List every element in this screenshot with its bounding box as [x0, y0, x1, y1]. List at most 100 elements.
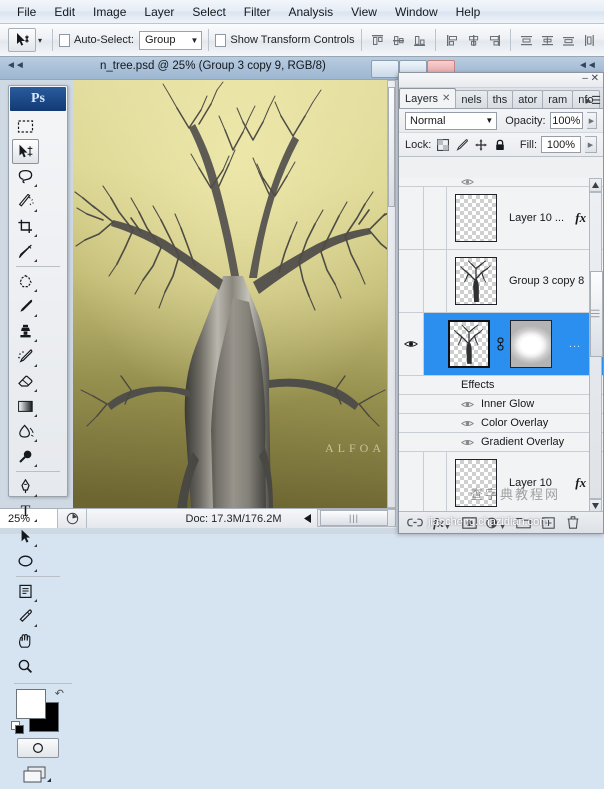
panel-title-bar[interactable]: – ✕: [399, 73, 603, 88]
opacity-field[interactable]: 100%: [550, 112, 583, 129]
ellipse-shape-tool[interactable]: [12, 549, 39, 574]
pen-tool[interactable]: [12, 474, 39, 499]
lock-position-icon[interactable]: [473, 137, 488, 152]
layer-visibility-toggle[interactable]: [399, 313, 424, 375]
eye-icon[interactable]: [461, 400, 474, 409]
canvas-vscroll-thumb[interactable]: [388, 87, 395, 207]
menu-item-analysis[interactable]: Analysis: [279, 2, 342, 22]
blur-tool[interactable]: [12, 419, 39, 444]
foreground-color-swatch[interactable]: [16, 689, 46, 719]
clone-stamp-tool[interactable]: [12, 319, 39, 344]
opacity-slider-arrow-icon[interactable]: ▶: [587, 112, 597, 129]
link-layers-icon[interactable]: [407, 515, 423, 531]
scroll-up-arrow-icon[interactable]: [589, 178, 602, 192]
hscroll-thumb[interactable]: |||: [320, 510, 388, 526]
hand-tool[interactable]: [12, 629, 39, 654]
tab-layers[interactable]: Layers ✕: [399, 88, 456, 108]
align-vertical-centers-icon[interactable]: [388, 30, 408, 50]
layer-style-fx-icon[interactable]: fx: [575, 475, 589, 491]
zoom-tool[interactable]: [12, 654, 39, 679]
layer-row-layer10-top[interactable]: Layer 10 ... fx ▼: [399, 187, 603, 250]
hscroll-track[interactable]: |||: [317, 509, 396, 527]
eye-icon[interactable]: [461, 419, 474, 428]
layer-style-fx-icon[interactable]: fx: [575, 210, 589, 226]
menu-item-edit[interactable]: Edit: [45, 2, 84, 22]
auto-select-dropdown[interactable]: Group ▼: [139, 31, 202, 50]
distribute-top-edges-icon[interactable]: [517, 30, 537, 50]
screen-mode-button[interactable]: [18, 764, 58, 786]
eye-icon[interactable]: [404, 339, 418, 349]
lasso-tool[interactable]: [12, 164, 39, 189]
effect-row-inner-glow[interactable]: Inner Glow: [399, 395, 603, 414]
fill-field[interactable]: 100%: [541, 136, 581, 153]
history-brush-tool[interactable]: [12, 344, 39, 369]
tab-navigator[interactable]: ator: [512, 90, 543, 108]
menu-item-view[interactable]: View: [342, 2, 386, 22]
close-icon[interactable]: ✕: [442, 93, 450, 104]
distribute-vertical-centers-icon[interactable]: [538, 30, 558, 50]
chevron-down-icon[interactable]: ▼: [190, 36, 198, 45]
distribute-bottom-edges-icon[interactable]: [559, 30, 579, 50]
panel-minimize-close-icons[interactable]: – ✕: [582, 73, 599, 84]
swap-colors-icon[interactable]: ↶: [55, 687, 64, 700]
quick-mask-mode-button[interactable]: [17, 738, 59, 758]
layer-link-column[interactable]: [424, 187, 447, 249]
collapse-right-chevrons-icon[interactable]: ◄◄: [578, 60, 596, 71]
slice-tool[interactable]: [12, 239, 39, 264]
menu-item-window[interactable]: Window: [386, 2, 447, 22]
tool-preset-chevron-icon[interactable]: ▾: [38, 36, 42, 45]
blend-mode-dropdown[interactable]: Normal ▼: [405, 112, 497, 130]
active-tool-selector[interactable]: ▾: [4, 28, 46, 52]
type-tool[interactable]: T: [12, 499, 39, 524]
collapse-left-chevrons-icon[interactable]: ◄◄: [6, 60, 24, 71]
layers-scroll-thumb[interactable]: |||: [590, 271, 603, 357]
layers-list[interactable]: Layer 10 ... fx ▼ Group 3 copy: [399, 178, 603, 513]
menu-item-select[interactable]: Select: [183, 2, 234, 22]
menu-item-layer[interactable]: Layer: [135, 2, 183, 22]
distribute-left-edges-icon[interactable]: [580, 30, 600, 50]
lock-transparent-pixels-icon[interactable]: [435, 137, 450, 152]
magic-wand-tool[interactable]: [12, 189, 39, 214]
align-right-edges-icon[interactable]: [484, 30, 504, 50]
path-selection-tool[interactable]: [12, 524, 39, 549]
layer-link-column[interactable]: [424, 313, 446, 375]
menu-item-image[interactable]: Image: [84, 2, 135, 22]
layer-row-layer10-bottom[interactable]: Layer 10 fx ▼: [399, 452, 603, 513]
crop-tool[interactable]: [12, 214, 39, 239]
eye-icon[interactable]: [461, 438, 474, 447]
healing-brush-tool[interactable]: [12, 269, 39, 294]
layer-mask-thumbnail[interactable]: [510, 320, 552, 368]
layers-list-scrollbar[interactable]: |||: [589, 178, 602, 513]
eraser-tool[interactable]: [12, 369, 39, 394]
effect-row-gradient-overlay[interactable]: Gradient Overlay: [399, 433, 603, 452]
layer-visibility-toggle[interactable]: [399, 187, 424, 249]
window-minimize-button[interactable]: [371, 60, 399, 78]
align-horizontal-centers-icon[interactable]: [463, 30, 483, 50]
tab-paths[interactable]: ths: [487, 90, 514, 108]
fill-slider-arrow-icon[interactable]: ▶: [585, 136, 597, 153]
eyedropper-tool[interactable]: [12, 604, 39, 629]
align-top-edges-icon[interactable]: [367, 30, 387, 50]
menu-item-file[interactable]: File: [8, 2, 45, 22]
layer-name[interactable]: Layer 10 ...: [497, 212, 575, 224]
lock-all-icon[interactable]: [492, 137, 507, 152]
layer-visibility-toggle[interactable]: [399, 452, 424, 513]
show-transform-controls-checkbox[interactable]: [215, 34, 226, 47]
lock-image-pixels-icon[interactable]: [454, 137, 469, 152]
color-swatches[interactable]: ↶: [11, 688, 65, 732]
layer-link-column[interactable]: [424, 250, 447, 312]
align-left-edges-icon[interactable]: [442, 30, 462, 50]
auto-select-checkbox[interactable]: [59, 34, 70, 47]
layer-visibility-toggle[interactable]: [399, 250, 424, 312]
menu-item-help[interactable]: Help: [447, 2, 490, 22]
canvas-vertical-scrollbar[interactable]: [387, 80, 396, 508]
move-tool-icon[interactable]: [8, 28, 36, 52]
layer-row-selected[interactable]: ... ▲: [399, 313, 603, 376]
image-canvas[interactable]: ALFOA: [73, 80, 395, 508]
layer-thumbnail[interactable]: [455, 257, 497, 305]
tab-histogram[interactable]: ram: [542, 90, 573, 108]
mask-link-icon[interactable]: [493, 336, 507, 352]
chevron-down-icon[interactable]: ▼: [485, 116, 493, 125]
rectangular-marquee-tool[interactable]: [12, 114, 39, 139]
canvas-horizontal-scrollbar[interactable]: |||: [300, 508, 396, 528]
